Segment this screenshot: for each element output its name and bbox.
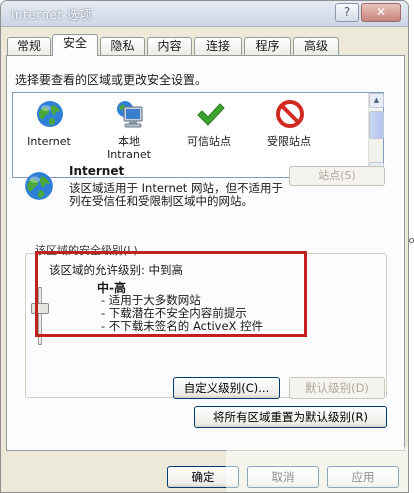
close-button[interactable]: ✕ bbox=[361, 3, 401, 22]
tab-privacy[interactable]: 隐私 bbox=[100, 37, 145, 55]
zone-internet[interactable]: Internet bbox=[13, 95, 85, 173]
scroll-thumb[interactable] bbox=[369, 111, 384, 139]
computer-icon bbox=[117, 101, 143, 128]
watermark-overlay bbox=[226, 447, 408, 492]
default-level-button[interactable]: 默认级别(D) bbox=[289, 377, 385, 399]
tab-advanced[interactable]: 高级 bbox=[293, 37, 339, 55]
internet-options-dialog: Internet 选项 ? ✕ 常规 安全 隐私 内容 连接 程序 高级 选择要… bbox=[0, 0, 409, 493]
highlight-annotation bbox=[35, 251, 307, 337]
tab-strip: 常规 安全 隐私 内容 连接 程序 高级 bbox=[7, 34, 407, 56]
no-entry-icon bbox=[276, 100, 304, 128]
scroll-up-icon[interactable]: ▲ bbox=[369, 93, 384, 108]
window-title: Internet 选项 bbox=[11, 8, 92, 22]
checkmark-icon bbox=[197, 103, 225, 126]
tab-connections[interactable]: 连接 bbox=[194, 37, 242, 55]
title-bar[interactable]: Internet 选项 ? ✕ bbox=[1, 1, 408, 27]
window-edge-handle[interactable] bbox=[409, 238, 414, 243]
sites-button[interactable]: 站点(S) bbox=[289, 166, 385, 186]
tab-programs[interactable]: 程序 bbox=[244, 37, 291, 55]
zone-label: 可信站点 bbox=[187, 135, 231, 148]
selected-zone-description: 该区域适用于 Internet 网站，但不适用于列在受信任和受限制区域中的网站。 bbox=[69, 181, 283, 208]
tab-content[interactable]: 内容 bbox=[147, 37, 192, 55]
zone-label: 本地 Intranet bbox=[107, 135, 151, 161]
zone-list-scrollbar[interactable]: ▲ ▼ bbox=[368, 93, 384, 177]
tab-general[interactable]: 常规 bbox=[7, 37, 51, 55]
globe-icon bbox=[25, 172, 53, 200]
custom-level-button[interactable]: 自定义级别(C)... bbox=[173, 377, 280, 399]
tab-security[interactable]: 安全 bbox=[52, 34, 98, 56]
help-button[interactable]: ? bbox=[335, 3, 359, 22]
zone-local-intranet[interactable]: 本地 Intranet bbox=[93, 95, 165, 173]
zone-trusted-sites[interactable]: 可信站点 bbox=[173, 95, 245, 173]
zone-restricted-sites[interactable]: 受限站点 bbox=[253, 95, 325, 173]
zone-prompt: 选择要查看的区域或更改安全设置。 bbox=[15, 73, 208, 87]
selected-zone-name: Internet bbox=[69, 164, 125, 178]
reset-all-zones-button[interactable]: 将所有区域重置为默认级别(R) bbox=[194, 406, 387, 428]
zone-label: 受限站点 bbox=[267, 135, 311, 148]
zone-label: Internet bbox=[27, 135, 71, 148]
globe-icon bbox=[37, 101, 63, 127]
